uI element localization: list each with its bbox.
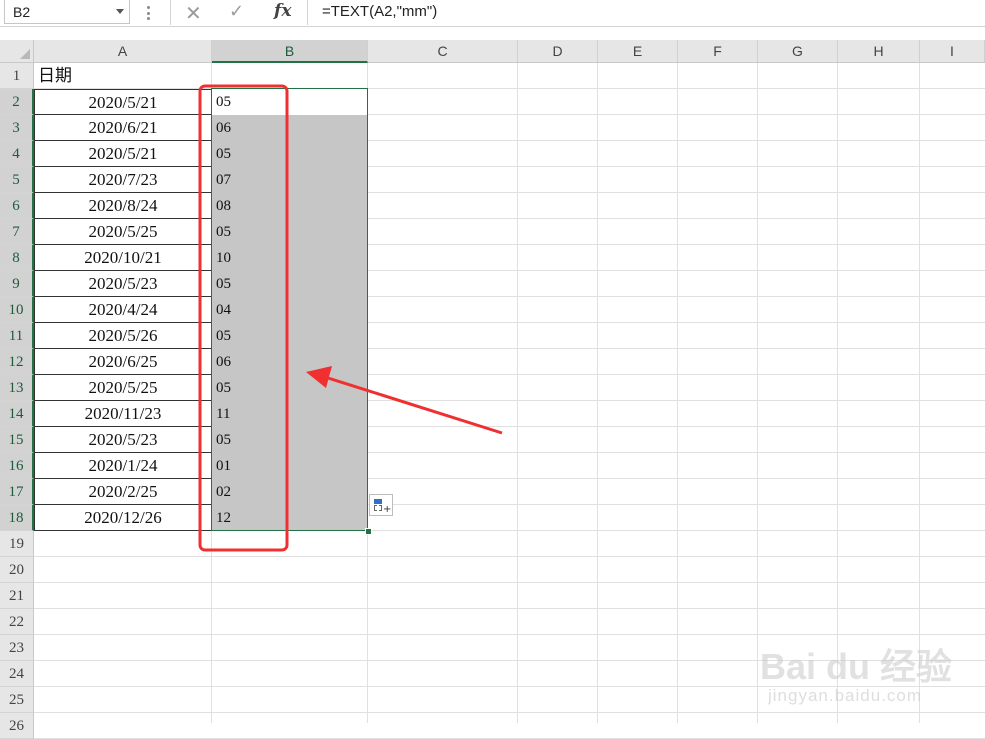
grid-line: [919, 63, 920, 723]
fx-icon[interactable]: fx: [274, 1, 291, 21]
check-icon[interactable]: ✓: [229, 1, 244, 22]
cell-a2[interactable]: 2020/5/21: [34, 89, 212, 115]
cell-a4[interactable]: 2020/5/21: [34, 141, 212, 167]
cell-a12[interactable]: 2020/6/25: [34, 349, 212, 375]
formula-bar: B2 ✕ ✓ fx =TEXT(A2,"mm"): [0, 0, 985, 27]
cell-b14[interactable]: 11: [212, 401, 368, 427]
row-header-9[interactable]: 9: [0, 271, 34, 297]
cell-a7[interactable]: 2020/5/25: [34, 219, 212, 245]
grid-line: [677, 63, 678, 723]
row-header-11[interactable]: 11: [0, 323, 34, 349]
grid-line: [34, 582, 985, 583]
grid-line: [517, 63, 518, 723]
grid-line: [837, 63, 838, 723]
formula-input[interactable]: =TEXT(A2,"mm"): [322, 3, 437, 20]
row-header-6[interactable]: 6: [0, 193, 34, 219]
more-dots-icon: [147, 6, 150, 20]
cell-a8[interactable]: 2020/10/21: [34, 245, 212, 271]
column-header-i[interactable]: I: [920, 40, 985, 63]
cell-b3[interactable]: 06: [212, 115, 368, 141]
cell-a17[interactable]: 2020/2/25: [34, 479, 212, 505]
cell-a16[interactable]: 2020/1/24: [34, 453, 212, 479]
column-header-f[interactable]: F: [678, 40, 758, 63]
grid-line: [34, 556, 985, 557]
close-icon[interactable]: ✕: [185, 1, 202, 25]
row-header-22[interactable]: 22: [0, 609, 34, 635]
formula-buttons: ✕ ✓ fx: [170, 0, 308, 25]
cell-b10[interactable]: 04: [212, 297, 368, 323]
cell-b15[interactable]: 05: [212, 427, 368, 453]
cell-b4[interactable]: 05: [212, 141, 368, 167]
grid-line: [34, 660, 985, 661]
row-header-17[interactable]: 17: [0, 479, 34, 505]
row-header-4[interactable]: 4: [0, 141, 34, 167]
name-box[interactable]: B2: [4, 0, 130, 24]
cell-a3[interactable]: 2020/6/21: [34, 115, 212, 141]
column-header-c[interactable]: C: [368, 40, 518, 63]
column-header-a[interactable]: A: [34, 40, 212, 63]
column-header-h[interactable]: H: [838, 40, 920, 63]
cell-a1[interactable]: 日期: [34, 63, 212, 89]
row-header-26[interactable]: 26: [0, 713, 34, 739]
grid-line: [34, 608, 985, 609]
cell-b9[interactable]: 05: [212, 271, 368, 297]
cell-b18[interactable]: 12: [212, 505, 368, 531]
cell-b11[interactable]: 05: [212, 323, 368, 349]
cell-b8[interactable]: 10: [212, 245, 368, 271]
cell-b2[interactable]: 05: [212, 89, 368, 115]
column-header-d[interactable]: D: [518, 40, 598, 63]
row-header-25[interactable]: 25: [0, 687, 34, 713]
row-header-10[interactable]: 10: [0, 297, 34, 323]
row-header-12[interactable]: 12: [0, 349, 34, 375]
grid-line: [34, 634, 985, 635]
name-box-value: B2: [13, 4, 31, 20]
grid-line: [34, 712, 985, 713]
row-header-23[interactable]: 23: [0, 635, 34, 661]
cell-b7[interactable]: 05: [212, 219, 368, 245]
cell-a6[interactable]: 2020/8/24: [34, 193, 212, 219]
column-header-b[interactable]: B: [212, 40, 368, 63]
row-header-21[interactable]: 21: [0, 583, 34, 609]
grid-line: [757, 63, 758, 723]
row-header-20[interactable]: 20: [0, 557, 34, 583]
row-header-13[interactable]: 13: [0, 375, 34, 401]
cell-a10[interactable]: 2020/4/24: [34, 297, 212, 323]
row-header-24[interactable]: 24: [0, 661, 34, 687]
column-header-e[interactable]: E: [598, 40, 678, 63]
row-header-8[interactable]: 8: [0, 245, 34, 271]
cell-b12[interactable]: 06: [212, 349, 368, 375]
quick-analysis-icon[interactable]: +: [369, 494, 393, 516]
row-header-3[interactable]: 3: [0, 115, 34, 141]
cell-a9[interactable]: 2020/5/23: [34, 271, 212, 297]
row-header-19[interactable]: 19: [0, 531, 34, 557]
column-header-g[interactable]: G: [758, 40, 838, 63]
cell-b17[interactable]: 02: [212, 479, 368, 505]
cell-a13[interactable]: 2020/5/25: [34, 375, 212, 401]
fill-handle[interactable]: [365, 528, 372, 535]
grid-line: [34, 686, 985, 687]
row-header-1[interactable]: 1: [0, 63, 34, 89]
row-header-5[interactable]: 5: [0, 167, 34, 193]
cell-b16[interactable]: 01: [212, 453, 368, 479]
cell-b6[interactable]: 08: [212, 193, 368, 219]
chevron-down-icon[interactable]: [116, 9, 124, 14]
row-header-15[interactable]: 15: [0, 427, 34, 453]
cell-a15[interactable]: 2020/5/23: [34, 427, 212, 453]
cell-a11[interactable]: 2020/5/26: [34, 323, 212, 349]
row-header-16[interactable]: 16: [0, 453, 34, 479]
cell-a5[interactable]: 2020/7/23: [34, 167, 212, 193]
worksheet-grid[interactable]: A B C D E F G H I 1 2 3 4 5 6 7 8 9 10 11 12 13 14 15 16 17 18 19 20…: [0, 40, 985, 739]
cell-a14[interactable]: 2020/11/23: [34, 401, 212, 427]
select-all-button[interactable]: [0, 40, 34, 63]
row-header-14[interactable]: 14: [0, 401, 34, 427]
cell-a18[interactable]: 2020/12/26: [34, 505, 212, 531]
row-header-7[interactable]: 7: [0, 219, 34, 245]
cell-b5[interactable]: 07: [212, 167, 368, 193]
row-header-2[interactable]: 2: [0, 89, 34, 115]
cell-b13[interactable]: 05: [212, 375, 368, 401]
row-header-18[interactable]: 18: [0, 505, 34, 531]
grid-line: [597, 63, 598, 723]
